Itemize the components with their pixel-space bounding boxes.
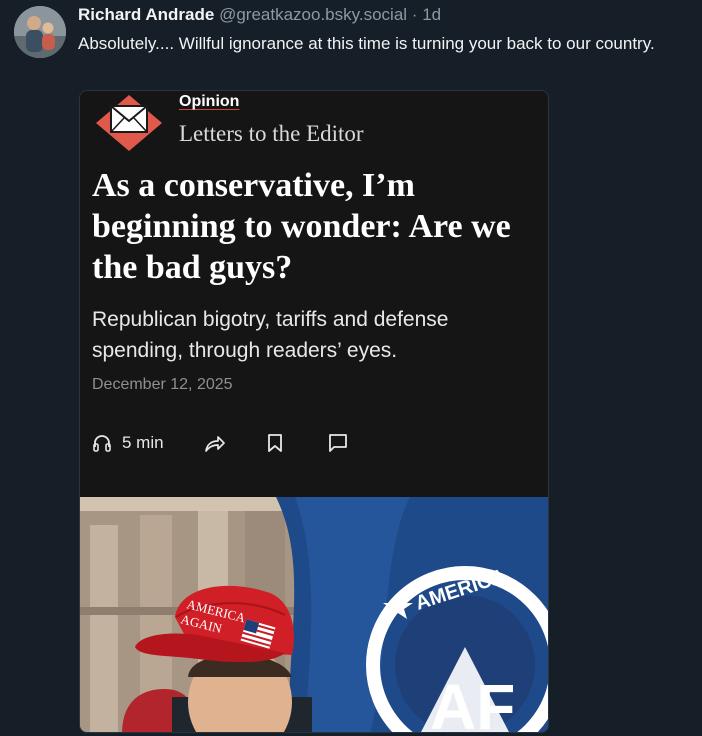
avatar[interactable] [14,6,66,58]
post-time[interactable]: 1d [422,5,441,24]
bookmark-icon [267,434,282,452]
link-card[interactable]: Opinion Letters to the Editor As a conse… [79,90,549,733]
headphones-icon [93,435,111,452]
section-link-opinion[interactable]: Opinion [179,93,239,111]
share-icon [204,436,225,452]
listen-duration: 5 min [122,433,164,452]
envelope-icon [96,95,162,151]
article-date: December 12, 2025 [92,376,233,393]
bookmark-button[interactable] [266,433,284,453]
article-actions: 5 min [92,431,348,455]
author-handle[interactable]: @greatkazoo.bsky.social [219,5,407,24]
flag-logo-text: AF [430,671,515,733]
author-name[interactable]: Richard Andrade [78,5,214,24]
comment-button[interactable] [328,433,348,453]
separator-dot: · [411,5,418,24]
comment-icon [328,434,347,452]
post-header: Richard Andrade @greatkazoo.bsky.social … [78,5,441,25]
article-headline[interactable]: As a conservative, I’m beginning to wond… [92,165,532,288]
listen-button[interactable]: 5 min [92,433,164,453]
article-dek: Republican bigotry, tariffs and defense … [92,308,449,362]
section-subtitle: Letters to the Editor [179,121,364,146]
post-text: Absolutely.... Willful ignorance at this… [78,34,655,53]
article-photo: AMERICA AF AMERICA AGAIN [80,497,548,733]
share-button[interactable] [204,433,226,453]
avatar-photo [14,6,66,58]
